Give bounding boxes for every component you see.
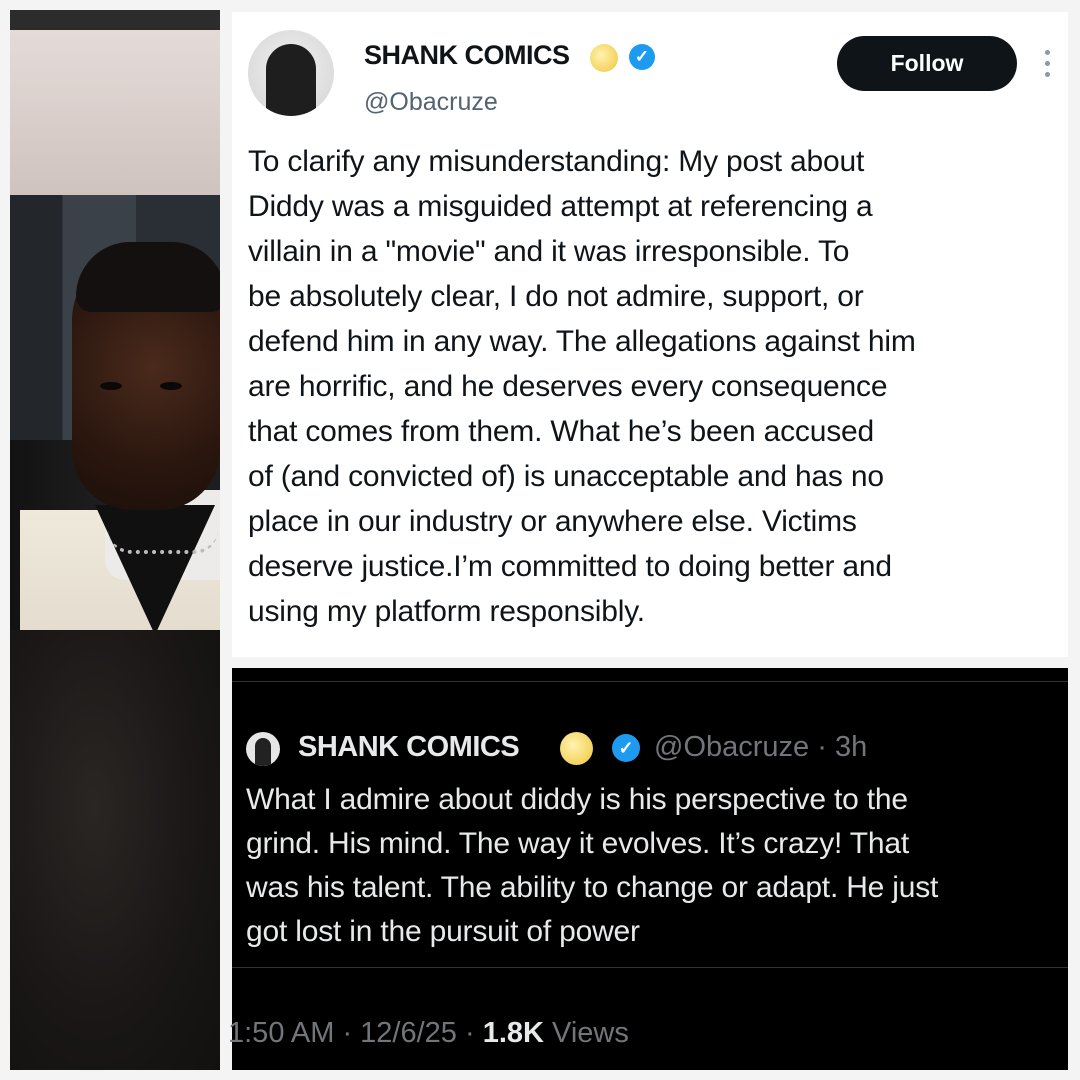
quoted-handle-time[interactable]: @Obacruze · 3h [654, 731, 867, 764]
portrait-photo [10, 10, 220, 1070]
tweet-text: To clarify any misunderstanding: My post… [248, 145, 916, 628]
photo-hair [76, 242, 220, 312]
quoted-tweet-text: What I admire about diddy is his perspec… [246, 783, 939, 948]
photo-wall [10, 30, 220, 195]
verified-badge-icon: ✓ [612, 734, 640, 762]
display-name[interactable]: SHANK COMICS [364, 40, 570, 71]
views-count: 1.8K [482, 1017, 544, 1049]
views-label: Views [543, 1017, 629, 1049]
tweet-metadata: 1:50 AM · 12/6/25 · 1.8K Views [228, 1017, 629, 1050]
verified-badge-icon: ✓ [629, 44, 655, 70]
photo-eye-right [160, 382, 182, 390]
quoted-tweet-box[interactable]: SHANK COMICS ✓ @Obacruze · 3h What I adm… [232, 681, 1068, 968]
photo-necklace [108, 530, 218, 554]
quoted-display-name[interactable]: SHANK COMICS [298, 731, 520, 764]
quoted-tweet-card: SHANK COMICS ✓ @Obacruze · 3h What I adm… [228, 668, 1068, 1070]
photo-eye-left [100, 382, 122, 390]
tweet-card: SHANK COMICS ✓ @Obacruze Follow To clari… [232, 12, 1068, 657]
photo-foreground-blur [10, 630, 220, 1070]
more-options-icon[interactable] [1044, 50, 1052, 82]
timestamp[interactable]: 1:50 AM · 12/6/25 · [228, 1017, 483, 1049]
handle[interactable]: @Obacruze [364, 88, 498, 117]
avatar[interactable] [248, 30, 334, 116]
moon-face-icon [590, 44, 618, 72]
photo-vneck [95, 505, 215, 635]
quoted-avatar[interactable] [246, 732, 280, 766]
moon-face-icon [560, 732, 593, 765]
follow-button[interactable]: Follow [837, 36, 1017, 91]
